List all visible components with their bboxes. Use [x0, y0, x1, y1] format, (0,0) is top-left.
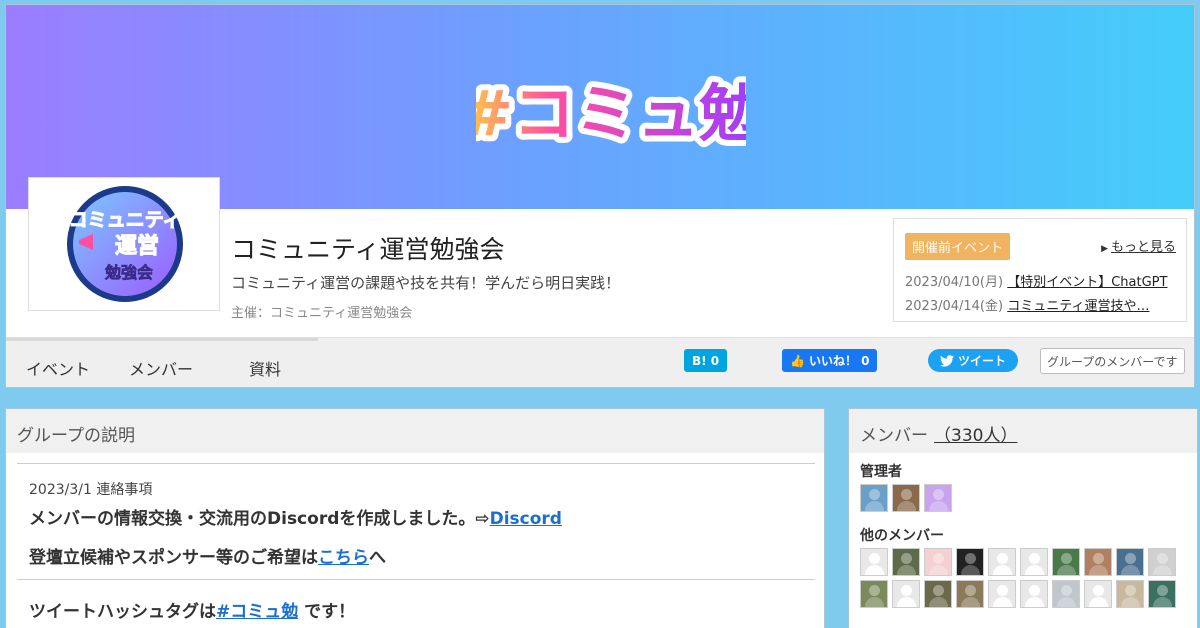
- avatar[interactable]: [892, 580, 920, 608]
- tweet-button[interactable]: ツイート: [928, 349, 1019, 372]
- avatar[interactable]: [860, 548, 888, 576]
- svg-text:コミュニティ: コミュニティ: [69, 209, 182, 231]
- member-status-button[interactable]: グループのメンバーです: [1040, 348, 1185, 374]
- upcoming-events-box: 開催前イベント ▶ もっと見る 2023/04/10(月) 【特別イベント】Cha…: [893, 218, 1187, 322]
- avatar[interactable]: [956, 580, 984, 608]
- avatar[interactable]: [1084, 548, 1112, 576]
- thumbs-up-icon: 👍: [790, 353, 805, 368]
- sponsor-link[interactable]: こちら: [318, 548, 369, 568]
- other-members-label: 他のメンバー: [860, 528, 944, 544]
- tab-events[interactable]: イベント: [26, 356, 90, 380]
- avatar[interactable]: [988, 580, 1016, 608]
- admins-label: 管理者: [860, 464, 902, 480]
- admin-avatar-list: [860, 484, 1192, 512]
- group-header-card: #コミュ勉 #コミュ勉 コミュニティ 運営 勉強会 コミュニティ運営勉強会 コミ…: [5, 4, 1195, 388]
- avatar[interactable]: [1020, 548, 1048, 576]
- group-description: コミュニティ運営の課題や技を共有！学んだら明日実践！: [231, 274, 621, 292]
- avatar[interactable]: [988, 548, 1016, 576]
- svg-text:運営: 運営: [115, 233, 159, 259]
- group-tabbar: イベント メンバー 資料 B! 0 👍 いいね！ 0 ツイート グループのメンバー…: [6, 337, 1194, 387]
- hashtag-link[interactable]: #コミュ勉: [216, 602, 298, 622]
- triangle-right-icon: ▶: [1101, 244, 1108, 254]
- banner-logo: #コミュ勉 #コミュ勉: [476, 71, 746, 156]
- avatar[interactable]: [1052, 548, 1080, 576]
- avatar[interactable]: [1148, 580, 1176, 608]
- tab-members[interactable]: メンバー: [129, 356, 193, 380]
- member-count-link[interactable]: （330人）: [934, 426, 1017, 446]
- upcoming-events-badge: 開催前イベント: [905, 233, 1011, 260]
- tab-documents[interactable]: 資料: [249, 356, 281, 380]
- avatar[interactable]: [1148, 548, 1176, 576]
- avatar[interactable]: [924, 580, 952, 608]
- avatar[interactable]: [924, 548, 952, 576]
- avatar[interactable]: [892, 548, 920, 576]
- divider: [17, 463, 815, 464]
- more-events-link[interactable]: ▶ もっと見る: [1101, 236, 1176, 255]
- members-heading: メンバー （330人）: [849, 409, 1197, 453]
- avatar[interactable]: [860, 484, 888, 512]
- avatar[interactable]: [860, 580, 888, 608]
- event-row[interactable]: 2023/04/14(金) コミュニティ運営技や…: [905, 295, 1175, 314]
- page-title: コミュニティ運営勉強会: [231, 235, 505, 264]
- avatar[interactable]: [1020, 580, 1048, 608]
- discord-link[interactable]: Discord: [490, 509, 562, 529]
- discord-notice: メンバーの情報交換・交流用のDiscordを作成しました。⇨Discord: [29, 509, 562, 529]
- member-avatar-list: [860, 548, 1192, 608]
- hashtag-notice: ツイートハッシュタグは#コミュ勉 です！: [29, 602, 356, 622]
- svg-text:勉強会: 勉強会: [104, 263, 153, 282]
- avatar[interactable]: [1116, 580, 1144, 608]
- notice-date: 2023/3/1 連絡事項: [29, 482, 153, 498]
- sponsor-notice: 登壇立候補やスポンサー等のご希望はこちらへ: [29, 548, 386, 568]
- avatar[interactable]: [924, 484, 952, 512]
- facebook-like-button[interactable]: 👍 いいね！ 0: [782, 349, 878, 372]
- twitter-bird-icon: [940, 354, 954, 367]
- hatena-bookmark-button[interactable]: B! 0: [684, 349, 728, 372]
- group-logo: コミュニティ 運営 勉強会: [28, 177, 220, 311]
- members-card: メンバー （330人） 管理者 他のメンバー: [848, 408, 1198, 628]
- divider: [17, 579, 815, 580]
- event-row[interactable]: 2023/04/10(月) 【特別イベント】ChatGPT: [905, 271, 1175, 290]
- avatar[interactable]: [1052, 580, 1080, 608]
- group-description-card: グループの説明 2023/3/1 連絡事項 メンバーの情報交換・交流用のDisc…: [5, 408, 825, 628]
- group-host: 主催：コミュニティ運営勉強会: [231, 306, 413, 321]
- tab-underline: [6, 338, 318, 341]
- avatar[interactable]: [956, 548, 984, 576]
- avatar[interactable]: [1084, 580, 1112, 608]
- description-heading: グループの説明: [6, 409, 824, 453]
- avatar[interactable]: [892, 484, 920, 512]
- svg-text:#コミュ勉: #コミュ勉: [476, 77, 746, 150]
- avatar[interactable]: [1116, 548, 1144, 576]
